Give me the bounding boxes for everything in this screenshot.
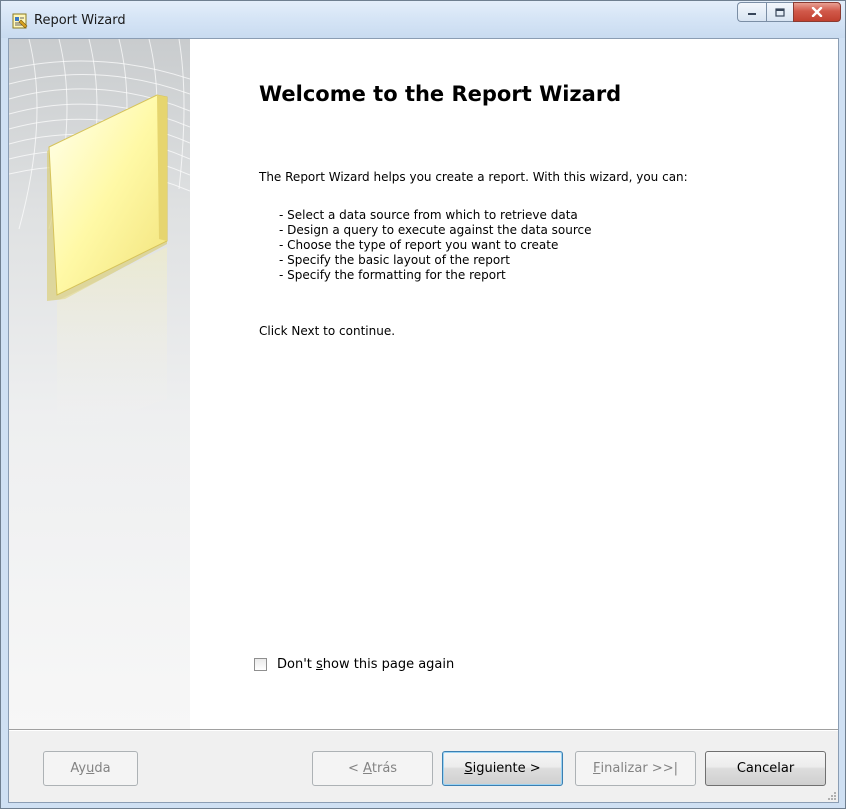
intro-text: The Report Wizard helps you create a rep… — [259, 170, 688, 184]
minimize-icon — [748, 13, 756, 15]
list-item: - Specify the basic layout of the report — [279, 253, 510, 267]
page-heading: Welcome to the Report Wizard — [259, 82, 622, 106]
report-wizard-window: Report Wizard Welcome to the Report Wiza… — [0, 0, 846, 809]
list-item: - Specify the formatting for the report — [279, 268, 506, 282]
window-title: Report Wizard — [34, 13, 126, 28]
list-item: - Choose the type of report you want to … — [279, 238, 559, 252]
title-bar[interactable]: Report Wizard — [1, 1, 845, 38]
caption-buttons — [737, 2, 841, 23]
minimize-button[interactable] — [737, 2, 766, 22]
list-item: - Select a data source from which to ret… — [279, 208, 578, 222]
wizard-banner-image — [9, 39, 190, 729]
back-button[interactable]: < Atrás — [312, 751, 433, 786]
report-wizard-app-icon — [12, 13, 28, 29]
cancel-button[interactable]: Cancelar — [705, 751, 826, 786]
wizard-client-area: Welcome to the Report Wizard The Report … — [8, 38, 839, 803]
maximize-icon — [775, 7, 785, 17]
list-item: - Design a query to execute against the … — [279, 223, 592, 237]
click-next-instruction: Click Next to continue. — [259, 324, 396, 338]
close-button[interactable] — [793, 2, 841, 22]
button-bar: Ay u da < Atrás Siguiente > Finalizar >>| … — [9, 731, 838, 802]
close-icon — [811, 7, 823, 17]
finish-button[interactable]: Finalizar >>| — [575, 751, 696, 786]
next-button[interactable]: Siguiente > — [442, 751, 563, 786]
help-button[interactable]: Ay u da — [43, 751, 138, 786]
dont-show-again-checkbox[interactable] — [254, 658, 267, 671]
dont-show-again-option[interactable]: Don't show this page again — [254, 657, 454, 672]
feature-list: - Select a data source from which to ret… — [279, 208, 592, 283]
maximize-button[interactable] — [766, 2, 793, 22]
dont-show-again-label[interactable]: Don't show this page again — [277, 657, 454, 672]
resize-grip-icon[interactable] — [826, 790, 836, 800]
